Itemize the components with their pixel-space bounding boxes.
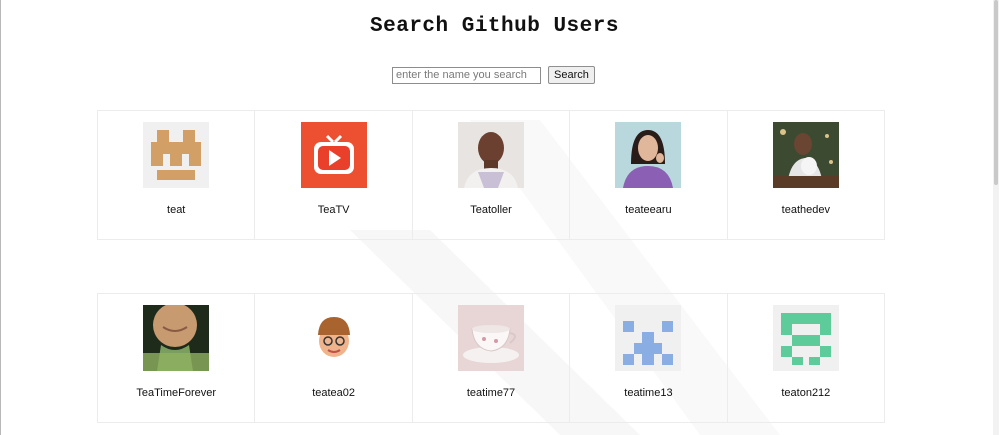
username-link[interactable]: teatime13 — [570, 387, 726, 399]
user-card[interactable]: teatime13 — [570, 294, 728, 422]
avatar[interactable] — [772, 305, 839, 371]
username-link[interactable]: TeaTV — [255, 204, 411, 216]
vertical-scrollbar[interactable] — [993, 0, 999, 435]
search-bar: Search — [392, 66, 595, 84]
user-card[interactable]: Teatoller — [413, 111, 571, 239]
avatar[interactable] — [458, 305, 525, 371]
search-input[interactable] — [392, 66, 541, 84]
avatar[interactable] — [615, 305, 682, 371]
avatar[interactable] — [300, 305, 367, 371]
username-link[interactable]: teatea02 — [255, 387, 411, 399]
avatar[interactable] — [143, 122, 210, 188]
user-card[interactable]: teaton212 — [728, 294, 884, 422]
user-card[interactable]: TeaTimeForever — [98, 294, 256, 422]
window-left-border — [0, 0, 1, 435]
search-button[interactable]: Search — [548, 66, 595, 84]
user-card[interactable]: teatime77 — [413, 294, 571, 422]
user-card[interactable]: teathedev — [728, 111, 884, 239]
username-link[interactable]: teaton212 — [728, 387, 884, 399]
avatar[interactable] — [458, 122, 525, 188]
user-card[interactable]: teatea02 — [255, 294, 413, 422]
avatar[interactable] — [300, 122, 367, 188]
scrollbar-thumb[interactable] — [994, 0, 998, 185]
avatar[interactable] — [143, 305, 210, 371]
username-link[interactable]: teat — [98, 204, 254, 216]
avatar[interactable] — [615, 122, 682, 188]
avatar[interactable] — [772, 122, 839, 188]
user-card[interactable]: teat — [98, 111, 256, 239]
page-title: Search Github Users — [370, 15, 619, 38]
user-card-row: teat TeaTV Teatoller teateearu teathedev — [97, 110, 885, 240]
user-card[interactable]: teateearu — [570, 111, 728, 239]
username-link[interactable]: teathedev — [728, 204, 884, 216]
username-link[interactable]: teateearu — [570, 204, 726, 216]
username-link[interactable]: TeaTimeForever — [98, 387, 254, 399]
user-card[interactable]: TeaTV — [255, 111, 413, 239]
username-link[interactable]: teatime77 — [413, 387, 569, 399]
username-link[interactable]: Teatoller — [413, 204, 569, 216]
user-card-row: TeaTimeForever teatea02 teatime77 teatim… — [97, 293, 885, 423]
